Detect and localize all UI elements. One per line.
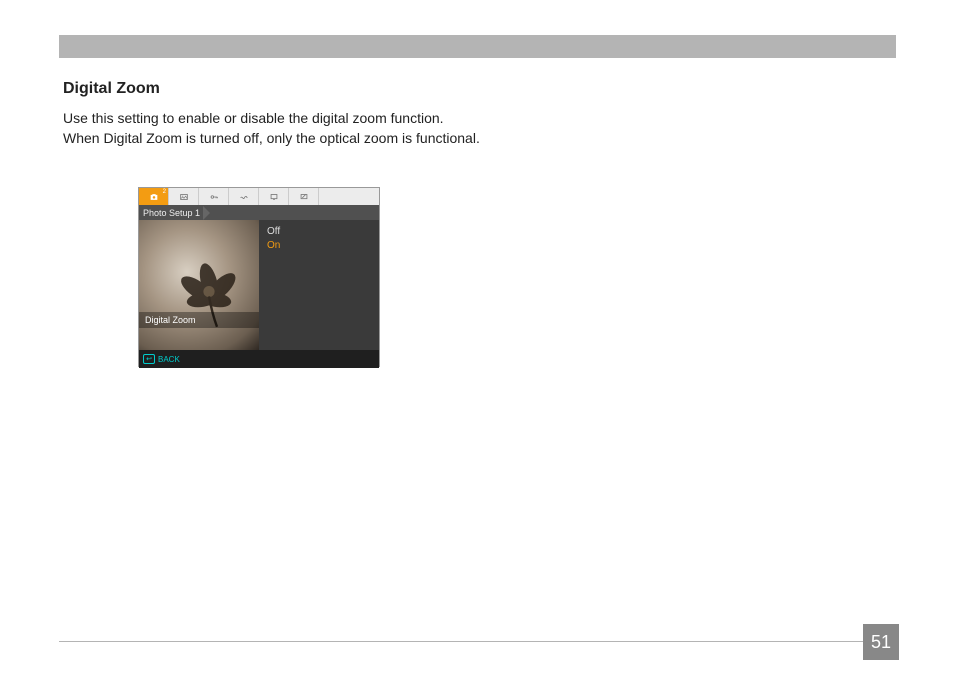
edit-icon [299, 192, 309, 202]
header-bar [59, 35, 896, 58]
page-number: 51 [871, 632, 891, 653]
section-text: Use this setting to enable or disable th… [63, 108, 483, 149]
chevron-right-icon [203, 206, 210, 220]
preview-image: Digital Zoom [139, 220, 259, 350]
tab-wave[interactable] [229, 188, 259, 205]
option-off[interactable]: Off [267, 226, 371, 237]
back-bar[interactable]: ↩ BACK [139, 350, 379, 368]
option-on[interactable]: On [267, 240, 371, 251]
tab-photo[interactable] [169, 188, 199, 205]
photo-icon [179, 192, 189, 202]
content-block: Digital Zoom Use this setting to enable … [63, 80, 483, 149]
key-icon [209, 192, 219, 202]
back-icon: ↩ [143, 354, 155, 364]
screen-icon [269, 192, 279, 202]
tab-edit[interactable] [289, 188, 319, 205]
footer-divider [59, 641, 889, 642]
page-number-box: 51 [863, 624, 899, 660]
tab-badge: 2 [163, 189, 166, 195]
wave-icon [239, 192, 249, 202]
tab-camera[interactable]: 2 [139, 188, 169, 205]
tab-screen[interactable] [259, 188, 289, 205]
setting-label-bar: Digital Zoom [139, 312, 259, 328]
main-area: Digital Zoom Off On [139, 220, 379, 350]
back-label: BACK [158, 355, 180, 364]
camera-screenshot: 2 Photo Setup 1 [138, 187, 380, 367]
options-list: Off On [259, 220, 379, 350]
tab-key[interactable] [199, 188, 229, 205]
tab-bar: 2 [139, 188, 379, 205]
setting-label: Digital Zoom [145, 315, 196, 325]
breadcrumb-text: Photo Setup 1 [143, 208, 200, 218]
breadcrumb-bar: Photo Setup 1 [139, 205, 379, 220]
camera-icon [149, 192, 159, 202]
section-title: Digital Zoom [63, 80, 483, 98]
